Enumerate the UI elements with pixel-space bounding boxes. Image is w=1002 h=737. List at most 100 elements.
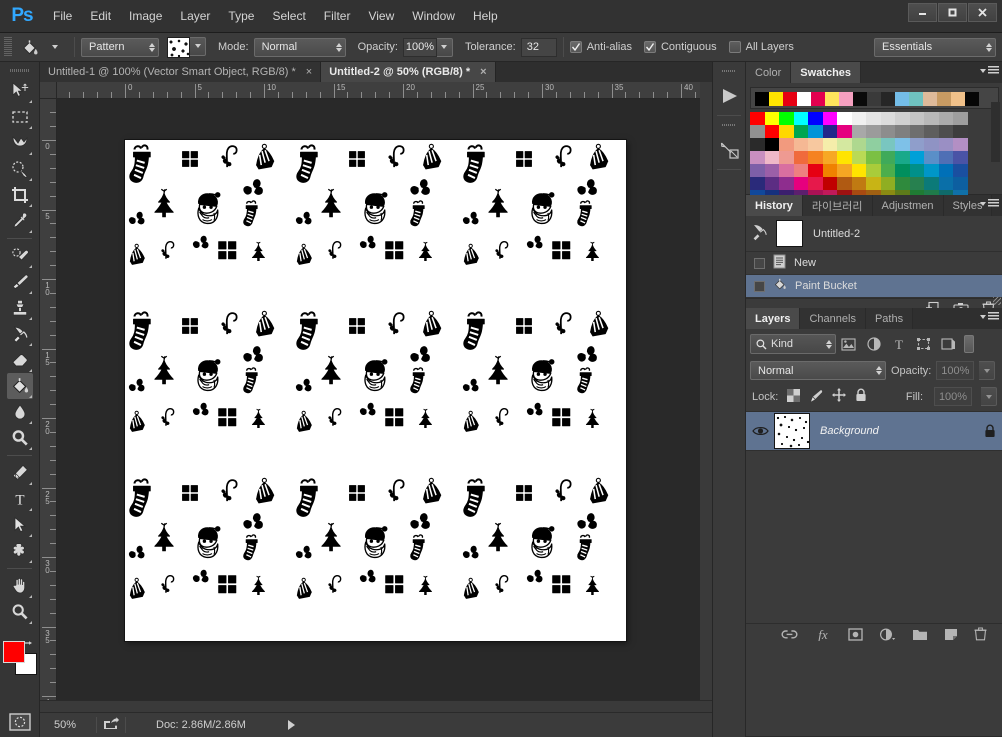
options-bar-grip[interactable] — [4, 37, 12, 57]
color-swatch[interactable] — [764, 125, 779, 138]
color-swatch[interactable] — [793, 177, 808, 190]
share-icon[interactable] — [103, 716, 119, 734]
panel-resize-grip[interactable] — [993, 297, 1001, 305]
color-swatch[interactable] — [938, 177, 953, 190]
color-swatch[interactable] — [793, 164, 808, 177]
color-swatch[interactable] — [793, 138, 808, 151]
tab-layers[interactable]: Layers — [746, 308, 801, 329]
custom-shape-tool[interactable] — [7, 538, 33, 564]
history-state-paint-bucket[interactable]: Paint Bucket — [746, 275, 1002, 298]
color-swatch[interactable] — [837, 151, 852, 164]
fill-source-dropdown[interactable]: Pattern — [81, 37, 159, 57]
color-swatch[interactable] — [880, 125, 895, 138]
color-swatch[interactable] — [851, 112, 866, 125]
status-expand-arrow-icon[interactable] — [287, 720, 295, 730]
color-swatch[interactable] — [866, 164, 881, 177]
recent-swatch[interactable] — [783, 92, 797, 106]
color-swatch[interactable] — [953, 177, 968, 190]
canvas-viewport[interactable] — [57, 99, 712, 712]
color-swatch[interactable] — [924, 138, 939, 151]
quick-selection-tool[interactable] — [7, 156, 33, 182]
canvas-vertical-scrollbar[interactable] — [700, 82, 712, 700]
history-source-checkbox[interactable] — [754, 257, 765, 269]
color-swatch[interactable] — [750, 125, 765, 138]
color-swatch[interactable] — [793, 112, 808, 125]
layer-fill-dropdown-arrow[interactable] — [981, 387, 997, 406]
color-swatch[interactable] — [764, 138, 779, 151]
menu-select[interactable]: Select — [263, 5, 314, 27]
color-swatch[interactable] — [779, 138, 794, 151]
recent-swatch[interactable] — [755, 92, 769, 106]
recent-swatch[interactable] — [881, 92, 895, 106]
menu-edit[interactable]: Edit — [81, 5, 120, 27]
color-swatch[interactable] — [779, 125, 794, 138]
color-swatch[interactable] — [750, 177, 765, 190]
pixel-filter-icon[interactable] — [836, 334, 861, 354]
color-swatch[interactable] — [837, 112, 852, 125]
recent-swatch[interactable] — [867, 92, 881, 106]
color-swatch[interactable] — [953, 125, 968, 138]
lock-all-icon[interactable] — [855, 388, 867, 405]
color-swatch[interactable] — [895, 151, 910, 164]
play-arrow-icon[interactable] — [713, 77, 746, 115]
color-swatch[interactable] — [880, 177, 895, 190]
color-swatch[interactable] — [866, 138, 881, 151]
paint-bucket-tool-icon[interactable] — [16, 35, 42, 59]
color-swatch[interactable] — [895, 112, 910, 125]
color-swatch[interactable] — [822, 164, 837, 177]
color-swatch[interactable] — [938, 151, 953, 164]
color-swatch[interactable] — [851, 138, 866, 151]
color-swatch[interactable] — [822, 138, 837, 151]
color-swatch[interactable] — [779, 164, 794, 177]
layer-blend-mode-dropdown[interactable]: Normal — [750, 361, 886, 380]
color-swatch[interactable] — [808, 177, 823, 190]
color-swatch[interactable] — [909, 125, 924, 138]
recent-swatch[interactable] — [853, 92, 867, 106]
color-swatch[interactable] — [880, 151, 895, 164]
layer-opacity-input[interactable]: 100% — [936, 361, 975, 380]
color-swatch[interactable] — [808, 151, 823, 164]
swatches-scrollbar[interactable] — [991, 102, 1000, 162]
recent-swatch[interactable] — [839, 92, 853, 106]
document-tab-untitled-2[interactable]: Untitled-2 @ 50% (RGB/8) * × — [321, 62, 496, 82]
color-swatch[interactable] — [750, 112, 765, 125]
tool-preset-icon[interactable] — [713, 131, 746, 169]
link-layers-icon[interactable] — [781, 629, 798, 643]
path-selection-tool[interactable] — [7, 512, 33, 538]
layer-thumbnail[interactable] — [774, 413, 810, 449]
icon-column-grip[interactable] — [722, 66, 736, 76]
color-swatch[interactable] — [750, 151, 765, 164]
vertical-ruler[interactable]: 0510152025303540 — [40, 99, 57, 712]
color-swatch[interactable] — [793, 151, 808, 164]
color-swatch[interactable] — [779, 151, 794, 164]
color-swatch[interactable] — [822, 177, 837, 190]
all-layers-checkbox-row[interactable]: All Layers — [728, 41, 794, 53]
layer-fill-input[interactable]: 100% — [934, 387, 972, 406]
pattern-picker[interactable] — [167, 36, 206, 58]
color-swatch[interactable] — [924, 112, 939, 125]
recent-swatch[interactable] — [769, 92, 783, 106]
document-canvas[interactable] — [125, 140, 626, 641]
type-filter-icon[interactable]: T — [886, 334, 911, 354]
anti-alias-checkbox-row[interactable]: Anti-alias — [569, 41, 632, 53]
zoom-tool[interactable] — [7, 599, 33, 625]
color-swatch[interactable] — [808, 164, 823, 177]
horizontal-ruler[interactable]: 0 5 10 15 20 25 30 35 40 — [57, 82, 712, 99]
color-swatch[interactable] — [953, 164, 968, 177]
new-group-icon[interactable] — [912, 628, 928, 644]
document-tab-untitled-1[interactable]: Untitled-1 @ 100% (Vector Smart Object, … — [40, 62, 322, 82]
shape-filter-icon[interactable] — [911, 334, 936, 354]
tab-close-icon[interactable]: × — [480, 66, 486, 78]
color-swatch[interactable] — [837, 164, 852, 177]
color-swatch[interactable] — [938, 112, 953, 125]
recent-swatch[interactable] — [825, 92, 839, 106]
color-swatch[interactable] — [880, 164, 895, 177]
color-swatch[interactable] — [851, 164, 866, 177]
color-swatch[interactable] — [851, 177, 866, 190]
dodge-tool[interactable] — [7, 425, 33, 451]
color-swatch[interactable] — [764, 151, 779, 164]
recent-swatch[interactable] — [797, 92, 811, 106]
color-swatch[interactable] — [822, 151, 837, 164]
recent-swatch[interactable] — [811, 92, 825, 106]
history-snapshot-row[interactable]: Untitled-2 — [746, 216, 1002, 252]
